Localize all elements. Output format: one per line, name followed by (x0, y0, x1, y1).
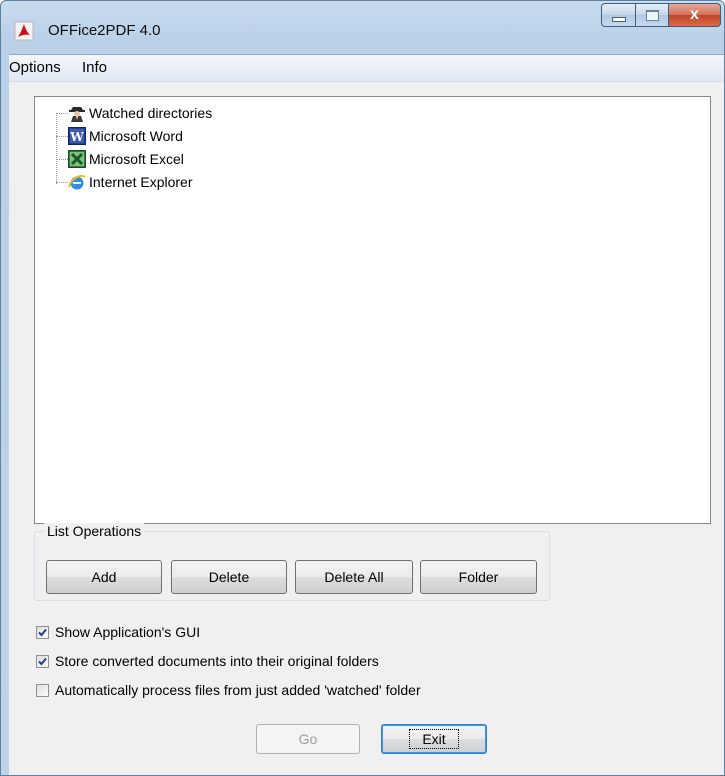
add-button[interactable]: Add (46, 560, 162, 594)
show-gui-label: Show Application's GUI (55, 624, 201, 640)
list-operations-label: List Operations (44, 523, 145, 539)
maximize-button[interactable] (635, 3, 669, 27)
title-bar[interactable]: OFFice2PDF 4.0 x (1, 1, 724, 53)
tree-branch (56, 181, 68, 183)
tree-branch (56, 158, 68, 160)
show-gui-option[interactable]: Show Application's GUI (36, 624, 200, 640)
app-window: OFFice2PDF 4.0 x Options Info Watched di… (0, 0, 725, 776)
tree-item-label: Microsoft Excel (89, 151, 184, 167)
close-button[interactable]: x (669, 3, 721, 27)
tree-item-label: Internet Explorer (89, 174, 193, 190)
menu-bar: Options Info (9, 55, 724, 82)
tree-branch (56, 112, 68, 114)
window-title: OFFice2PDF 4.0 (48, 22, 161, 39)
exit-button-label: Exit (409, 729, 459, 749)
auto-process-label: Automatically process files from just ad… (55, 682, 421, 698)
maximize-icon (645, 9, 659, 21)
delete-button[interactable]: Delete (171, 560, 287, 594)
tree-item-label: Microsoft Word (89, 128, 183, 144)
excel-icon (68, 150, 86, 168)
auto-process-checkbox[interactable] (36, 683, 49, 697)
close-icon: x (690, 6, 699, 23)
show-gui-checkbox[interactable] (36, 625, 49, 639)
watched-tree[interactable]: Watched directories W Microsoft Word Mic… (34, 96, 711, 524)
caption-buttons: x (601, 3, 721, 29)
ie-icon (68, 173, 86, 191)
store-original-folders-option[interactable]: Store converted documents into their ori… (36, 653, 379, 669)
minimize-icon (611, 16, 626, 22)
tree-branch (56, 135, 68, 137)
exit-button[interactable]: Exit (381, 724, 487, 754)
go-button[interactable]: Go (256, 724, 360, 754)
svg-text:W: W (69, 130, 84, 144)
store-original-folders-checkbox[interactable] (36, 654, 49, 668)
store-original-folders-label: Store converted documents into their ori… (55, 653, 379, 669)
delete-all-button[interactable]: Delete All (295, 560, 413, 594)
minimize-button[interactable] (601, 3, 635, 27)
menu-info[interactable]: Info (82, 59, 107, 76)
spy-icon (68, 104, 86, 122)
word-icon: W (68, 127, 86, 145)
pdf-app-icon[interactable] (14, 21, 34, 41)
client-area: Options Info Watched directories W Micro… (9, 54, 724, 775)
auto-process-option[interactable]: Automatically process files from just ad… (36, 682, 421, 698)
tree-item-internet-explorer[interactable]: Internet Explorer (56, 171, 193, 193)
folder-button[interactable]: Folder (420, 560, 537, 594)
tree-item-label: Watched directories (89, 105, 213, 121)
menu-options[interactable]: Options (9, 59, 61, 76)
tree-item-microsoft-excel[interactable]: Microsoft Excel (56, 148, 184, 170)
tree-item-watched-directories[interactable]: Watched directories (56, 102, 212, 124)
tree-item-microsoft-word[interactable]: W Microsoft Word (56, 125, 183, 147)
check-mark-icon (38, 657, 47, 665)
check-mark-icon (38, 628, 47, 636)
